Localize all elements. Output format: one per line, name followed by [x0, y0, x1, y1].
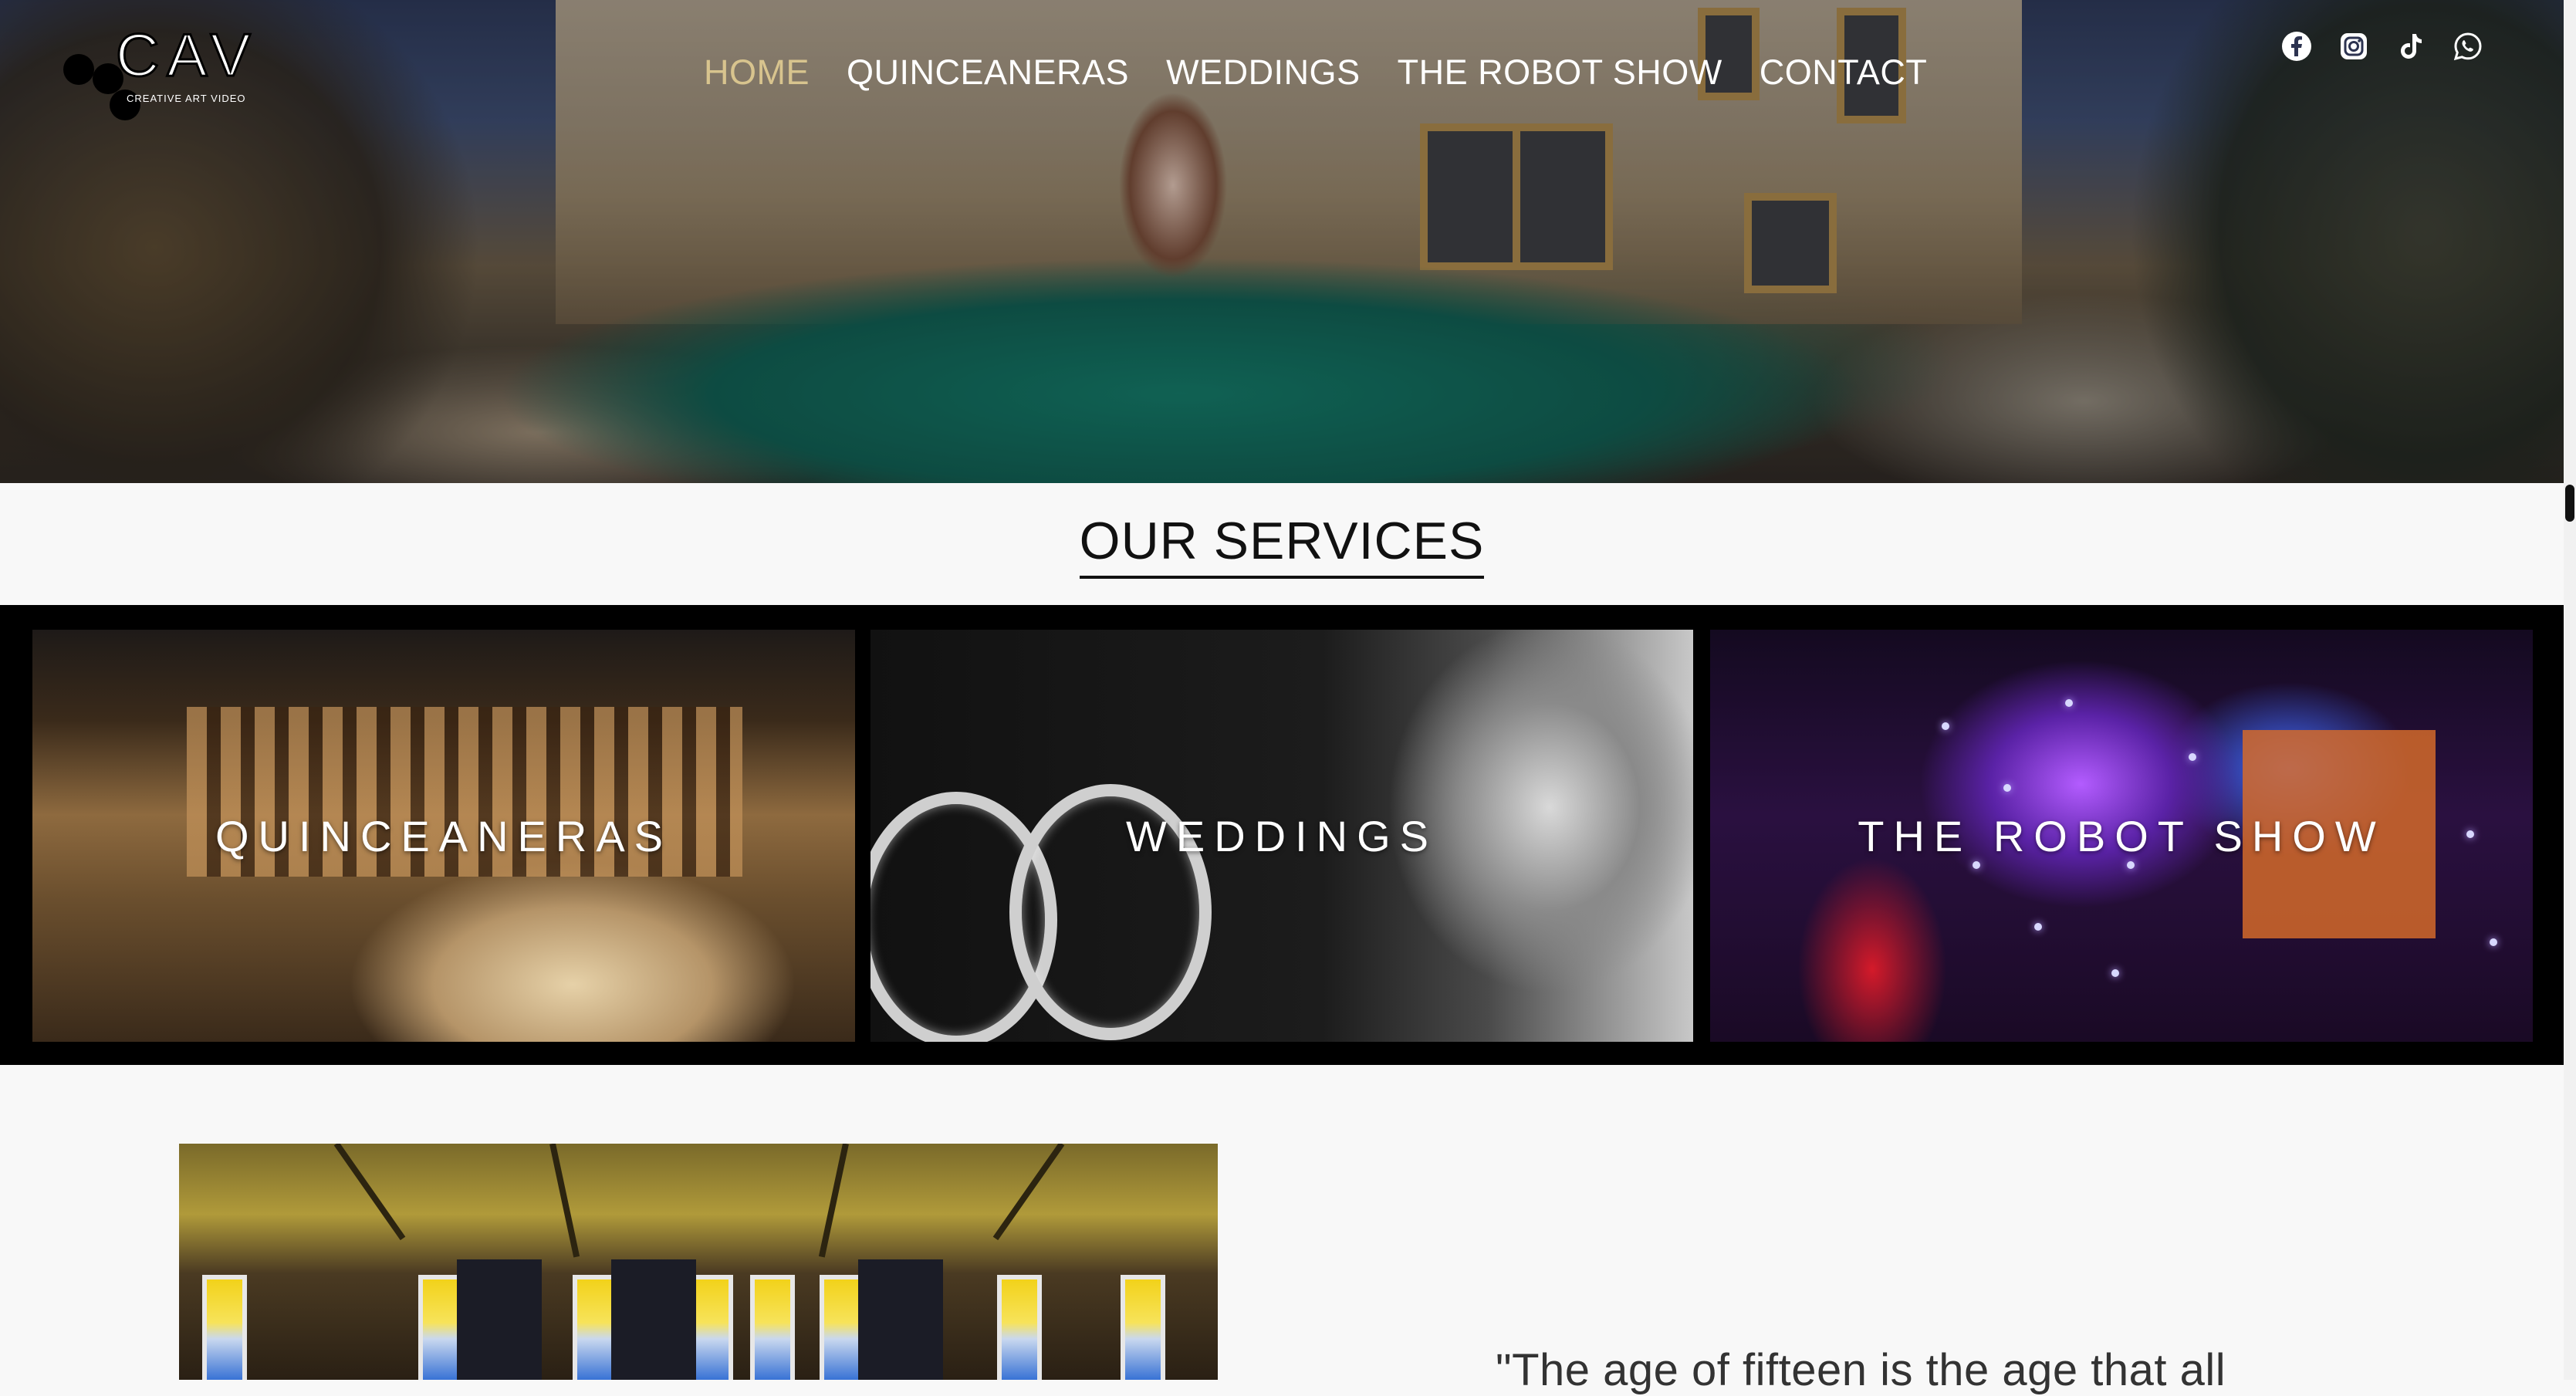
whatsapp-icon[interactable] — [2453, 31, 2483, 62]
site-logo[interactable]: CAV CREATIVE ART VIDEO — [62, 20, 278, 120]
social-links — [2281, 31, 2483, 62]
chapel-photo — [179, 1144, 1218, 1380]
main-nav: HOME QUINCEANERAS WEDDINGS THE ROBOT SHO… — [704, 52, 1927, 93]
tiktok-icon[interactable] — [2395, 31, 2426, 62]
nav-item-home[interactable]: HOME — [704, 52, 810, 93]
nav-item-weddings[interactable]: WEDDINGS — [1166, 52, 1361, 93]
service-card-robot-show[interactable]: THE ROBOT SHOW — [1710, 630, 2533, 1042]
nav-item-robot-show[interactable]: THE ROBOT SHOW — [1398, 52, 1722, 93]
logo-mark: CAV — [115, 20, 259, 90]
service-card-weddings[interactable]: WEDDINGS — [870, 630, 1693, 1042]
nav-item-quinceaneras[interactable]: QUINCEANERAS — [847, 52, 1129, 93]
instagram-icon[interactable] — [2338, 31, 2369, 62]
intro-quote: "The age of fifteen is the age that all — [1496, 1345, 2226, 1395]
services-heading: OUR SERVICES — [1079, 511, 1485, 579]
service-card-label: THE ROBOT SHOW — [1858, 811, 2385, 860]
scrollbar-thumb[interactable] — [2565, 485, 2574, 522]
service-card-label: WEDDINGS — [1126, 811, 1438, 860]
facebook-icon[interactable] — [2281, 31, 2312, 62]
services-band: QUINCEANERAS WEDDINGS THE ROBOT SHOW — [0, 605, 2564, 1065]
logo-tagline: CREATIVE ART VIDEO — [127, 93, 246, 104]
service-card-quinceaneras[interactable]: QUINCEANERAS — [32, 630, 855, 1042]
service-card-label: QUINCEANERAS — [215, 811, 673, 860]
scrollbar-track[interactable] — [2564, 0, 2576, 1380]
nav-item-contact[interactable]: CONTACT — [1760, 52, 1928, 93]
